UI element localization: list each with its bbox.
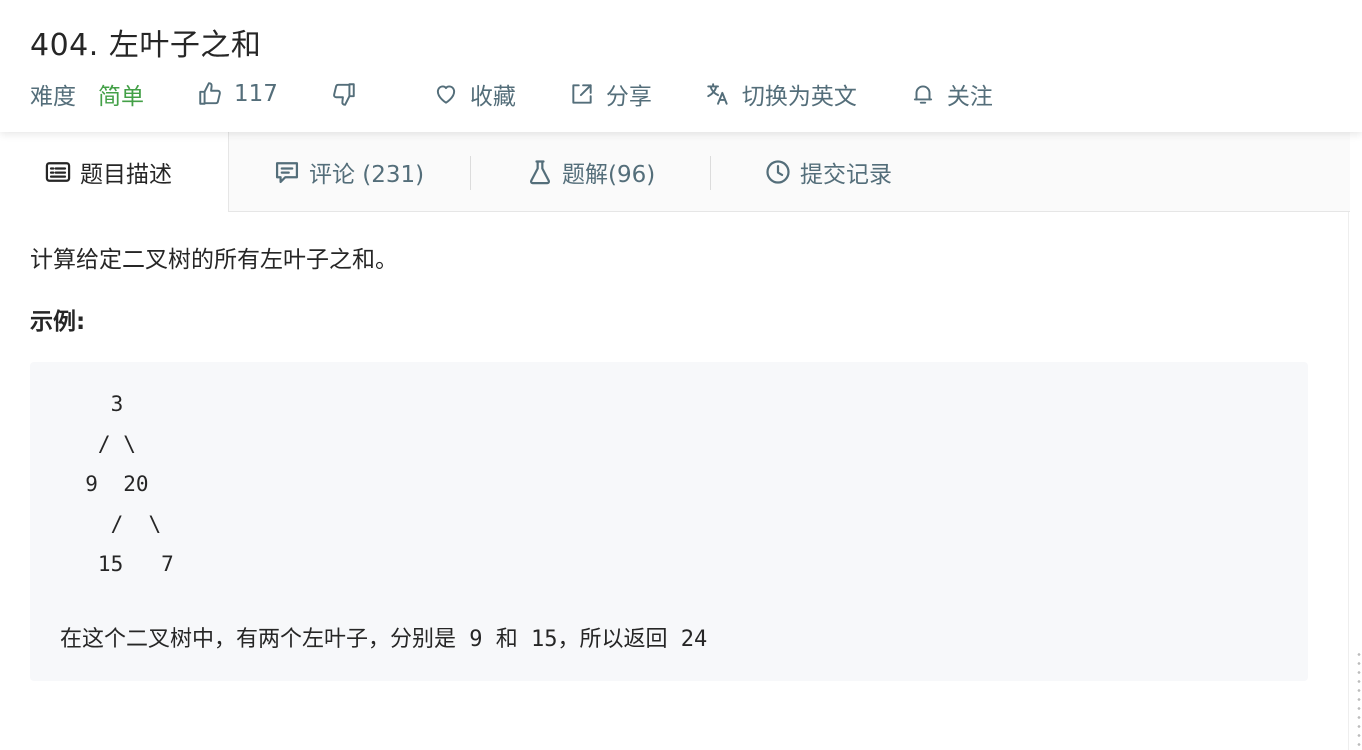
- thumbs-up-icon: [196, 80, 224, 108]
- problem-description: 计算给定二叉树的所有左叶子之和。: [30, 247, 398, 273]
- tab-solutions-label: 题解(96): [562, 162, 656, 188]
- dislike-button[interactable]: [330, 80, 368, 108]
- tab-comments[interactable]: 评论 (231): [273, 132, 424, 212]
- favorite-button[interactable]: 收藏: [432, 77, 516, 111]
- comment-icon: [273, 158, 301, 186]
- heart-icon: [432, 80, 460, 108]
- problem-title: 404. 左叶子之和: [30, 28, 262, 63]
- clock-icon: [764, 158, 792, 186]
- translate-label: 切换为英文: [741, 84, 857, 110]
- tab-comments-label: 评论 (231): [309, 162, 425, 188]
- example-code-block: 3 / \ 9 20 / \ 15 7 在这个二叉树中，有两个左叶子，分别是 9…: [30, 362, 1308, 681]
- tab-solutions[interactable]: 题解(96): [526, 132, 655, 212]
- share-label: 分享: [605, 84, 652, 110]
- like-count: 117: [234, 81, 278, 107]
- resize-handle[interactable]: [1357, 650, 1361, 750]
- tab-description-label: 题目描述: [80, 162, 172, 188]
- example-heading: 示例:: [30, 309, 86, 335]
- tab-description[interactable]: 题目描述: [0, 132, 229, 212]
- bell-icon: [909, 80, 937, 108]
- content-panel-border: [1348, 212, 1349, 750]
- follow-label: 关注: [946, 84, 993, 110]
- share-icon: [568, 80, 596, 108]
- problem-header: 404. 左叶子之和 难度 简单 117 收藏 分享 切换为英文 关注: [0, 0, 1362, 132]
- tab-divider: [470, 156, 471, 190]
- example-tree: 3 / \ 9 20 / \ 15 7: [85, 392, 174, 576]
- example-explanation: 在这个二叉树中，有两个左叶子，分别是 9 和 15，所以返回 24: [60, 627, 708, 652]
- tab-bar: 题目描述 评论 (231) 题解(96) 提交记录: [0, 132, 1350, 212]
- difficulty-value: 简单: [98, 84, 144, 110]
- translate-icon: [704, 80, 732, 108]
- problem-meta-bar: 难度 简单 117 收藏 分享 切换为英文 关注: [30, 76, 993, 112]
- tab-divider: [710, 156, 711, 190]
- translate-button[interactable]: 切换为英文: [704, 77, 857, 111]
- difficulty-label: 难度: [30, 84, 76, 110]
- like-button[interactable]: 117: [196, 80, 278, 108]
- thumbs-down-icon: [330, 80, 358, 108]
- tab-submissions[interactable]: 提交记录: [764, 132, 892, 212]
- tab-submissions-label: 提交记录: [800, 162, 892, 188]
- flask-icon: [526, 158, 554, 186]
- follow-button[interactable]: 关注: [909, 77, 993, 111]
- tab-bar-divider: [229, 211, 1350, 212]
- description-icon: [44, 158, 72, 186]
- share-button[interactable]: 分享: [568, 77, 652, 111]
- favorite-label: 收藏: [469, 84, 516, 110]
